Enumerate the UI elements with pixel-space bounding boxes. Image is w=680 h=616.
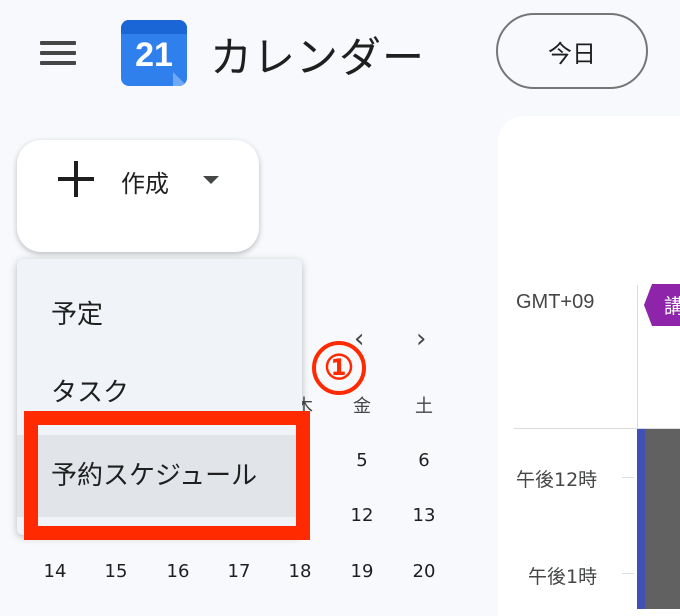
mini-calendar-day[interactable]: 18 (280, 561, 320, 582)
menu-icon (40, 41, 76, 45)
calendar-logo-body: 21 (121, 20, 187, 86)
weekday-label: 金 (353, 396, 371, 417)
mini-calendar-day[interactable]: 13 (404, 505, 444, 526)
time-tick (622, 477, 634, 478)
step-number-badge: ① (312, 341, 366, 395)
mini-calendar-day[interactable]: 16 (158, 561, 198, 582)
time-label: 午後12時 (516, 469, 598, 491)
mini-calendar-day[interactable]: 12 (342, 505, 382, 526)
mini-calendar-day[interactable]: 14 (35, 561, 75, 582)
weekday-label: 土 (415, 396, 433, 417)
mini-calendar-day[interactable]: 6 (404, 450, 444, 471)
event-block[interactable] (645, 429, 680, 609)
app-title: カレンダー (210, 33, 426, 82)
create-label: 作成 (121, 170, 169, 198)
menu-icon-bar (40, 61, 76, 65)
mini-calendar-day[interactable]: 20 (404, 561, 444, 582)
time-label: 午後1時 (528, 566, 598, 588)
calendar-logo-top (121, 20, 187, 34)
create-button[interactable]: 作成 (17, 140, 259, 252)
today-button[interactable]: 今日 (496, 13, 648, 89)
calendar-logo-day: 21 (135, 36, 173, 74)
menu-icon-bar (40, 51, 76, 55)
calendar-logo-fold (173, 72, 187, 86)
mini-calendar-day[interactable]: 17 (219, 561, 259, 582)
time-tick (622, 573, 634, 574)
event-block-accent (637, 429, 645, 609)
plus-icon (58, 161, 94, 197)
mini-calendar-day[interactable]: 19 (342, 561, 382, 582)
mini-calendar-day[interactable]: 15 (96, 561, 136, 582)
calendar-logo-icon: 21 (121, 14, 187, 86)
highlight-annotation (24, 411, 310, 540)
event-chip-label: 講 (664, 294, 680, 318)
chevron-right-icon[interactable]: › (416, 324, 426, 354)
day-divider (637, 285, 638, 428)
timezone-label: GMT+09 (516, 291, 595, 313)
plus-icon-v (74, 161, 78, 197)
menu-item-event[interactable]: 予定 (17, 285, 302, 345)
main-menu-button[interactable] (38, 38, 78, 68)
mini-calendar-day[interactable]: 5 (342, 450, 382, 471)
caret-down-icon (203, 176, 219, 184)
